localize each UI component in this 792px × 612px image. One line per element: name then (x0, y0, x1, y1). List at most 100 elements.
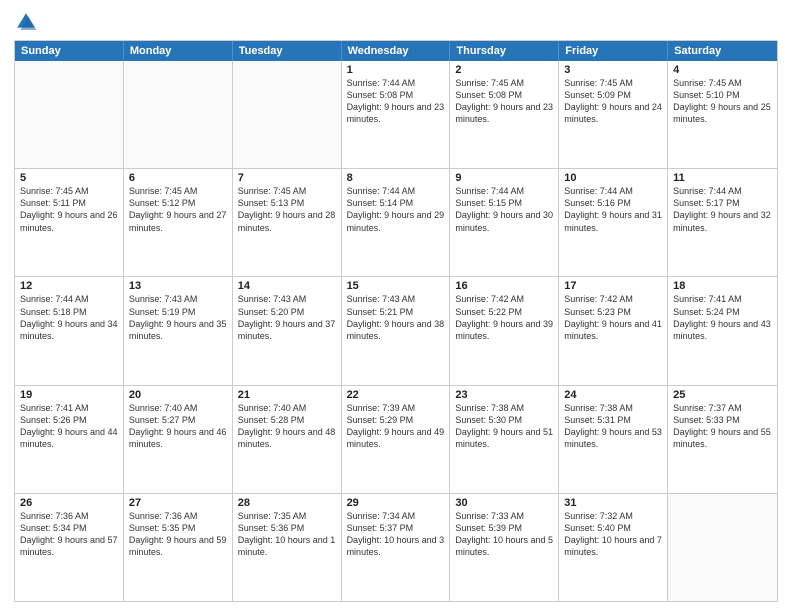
cell-info: Sunrise: 7:45 AMSunset: 5:12 PMDaylight:… (129, 185, 227, 234)
calendar-row: 19Sunrise: 7:41 AMSunset: 5:26 PMDayligh… (15, 385, 777, 493)
calendar-cell: 28Sunrise: 7:35 AMSunset: 5:36 PMDayligh… (233, 494, 342, 601)
day-number: 26 (20, 497, 118, 509)
cell-info: Sunrise: 7:44 AMSunset: 5:15 PMDaylight:… (455, 185, 553, 234)
day-number: 28 (238, 497, 336, 509)
calendar-cell: 5Sunrise: 7:45 AMSunset: 5:11 PMDaylight… (15, 169, 124, 276)
day-number: 19 (20, 389, 118, 401)
cell-info: Sunrise: 7:43 AMSunset: 5:19 PMDaylight:… (129, 293, 227, 342)
calendar-cell: 21Sunrise: 7:40 AMSunset: 5:28 PMDayligh… (233, 386, 342, 493)
day-number: 21 (238, 389, 336, 401)
day-number: 8 (347, 172, 445, 184)
calendar-cell: 6Sunrise: 7:45 AMSunset: 5:12 PMDaylight… (124, 169, 233, 276)
calendar-cell: 9Sunrise: 7:44 AMSunset: 5:15 PMDaylight… (450, 169, 559, 276)
calendar-cell (15, 61, 124, 168)
day-number: 27 (129, 497, 227, 509)
calendar-cell: 4Sunrise: 7:45 AMSunset: 5:10 PMDaylight… (668, 61, 777, 168)
cell-info: Sunrise: 7:40 AMSunset: 5:28 PMDaylight:… (238, 402, 336, 451)
day-number: 17 (564, 280, 662, 292)
day-number: 10 (564, 172, 662, 184)
calendar-cell: 23Sunrise: 7:38 AMSunset: 5:30 PMDayligh… (450, 386, 559, 493)
calendar-cell: 24Sunrise: 7:38 AMSunset: 5:31 PMDayligh… (559, 386, 668, 493)
header (14, 10, 778, 34)
cell-info: Sunrise: 7:38 AMSunset: 5:30 PMDaylight:… (455, 402, 553, 451)
day-number: 30 (455, 497, 553, 509)
day-header-saturday: Saturday (668, 41, 777, 61)
page: SundayMondayTuesdayWednesdayThursdayFrid… (0, 0, 792, 612)
calendar-cell: 2Sunrise: 7:45 AMSunset: 5:08 PMDaylight… (450, 61, 559, 168)
day-number: 25 (673, 389, 772, 401)
cell-info: Sunrise: 7:44 AMSunset: 5:16 PMDaylight:… (564, 185, 662, 234)
day-number: 23 (455, 389, 553, 401)
day-number: 18 (673, 280, 772, 292)
calendar-cell: 18Sunrise: 7:41 AMSunset: 5:24 PMDayligh… (668, 277, 777, 384)
day-number: 9 (455, 172, 553, 184)
calendar: SundayMondayTuesdayWednesdayThursdayFrid… (14, 40, 778, 602)
cell-info: Sunrise: 7:42 AMSunset: 5:22 PMDaylight:… (455, 293, 553, 342)
calendar-cell: 8Sunrise: 7:44 AMSunset: 5:14 PMDaylight… (342, 169, 451, 276)
cell-info: Sunrise: 7:45 AMSunset: 5:08 PMDaylight:… (455, 77, 553, 126)
calendar-cell (233, 61, 342, 168)
day-number: 22 (347, 389, 445, 401)
day-number: 3 (564, 64, 662, 76)
cell-info: Sunrise: 7:34 AMSunset: 5:37 PMDaylight:… (347, 510, 445, 559)
day-header-tuesday: Tuesday (233, 41, 342, 61)
calendar-cell: 16Sunrise: 7:42 AMSunset: 5:22 PMDayligh… (450, 277, 559, 384)
cell-info: Sunrise: 7:39 AMSunset: 5:29 PMDaylight:… (347, 402, 445, 451)
cell-info: Sunrise: 7:45 AMSunset: 5:10 PMDaylight:… (673, 77, 772, 126)
day-number: 24 (564, 389, 662, 401)
cell-info: Sunrise: 7:37 AMSunset: 5:33 PMDaylight:… (673, 402, 772, 451)
calendar-row: 12Sunrise: 7:44 AMSunset: 5:18 PMDayligh… (15, 276, 777, 384)
cell-info: Sunrise: 7:43 AMSunset: 5:20 PMDaylight:… (238, 293, 336, 342)
cell-info: Sunrise: 7:32 AMSunset: 5:40 PMDaylight:… (564, 510, 662, 559)
cell-info: Sunrise: 7:41 AMSunset: 5:24 PMDaylight:… (673, 293, 772, 342)
cell-info: Sunrise: 7:40 AMSunset: 5:27 PMDaylight:… (129, 402, 227, 451)
cell-info: Sunrise: 7:44 AMSunset: 5:08 PMDaylight:… (347, 77, 445, 126)
calendar-cell: 25Sunrise: 7:37 AMSunset: 5:33 PMDayligh… (668, 386, 777, 493)
day-number: 11 (673, 172, 772, 184)
day-number: 14 (238, 280, 336, 292)
cell-info: Sunrise: 7:35 AMSunset: 5:36 PMDaylight:… (238, 510, 336, 559)
calendar-cell: 15Sunrise: 7:43 AMSunset: 5:21 PMDayligh… (342, 277, 451, 384)
day-number: 6 (129, 172, 227, 184)
cell-info: Sunrise: 7:44 AMSunset: 5:14 PMDaylight:… (347, 185, 445, 234)
cell-info: Sunrise: 7:42 AMSunset: 5:23 PMDaylight:… (564, 293, 662, 342)
calendar-cell: 11Sunrise: 7:44 AMSunset: 5:17 PMDayligh… (668, 169, 777, 276)
day-number: 4 (673, 64, 772, 76)
day-number: 7 (238, 172, 336, 184)
day-header-thursday: Thursday (450, 41, 559, 61)
cell-info: Sunrise: 7:38 AMSunset: 5:31 PMDaylight:… (564, 402, 662, 451)
day-header-wednesday: Wednesday (342, 41, 451, 61)
calendar-cell (124, 61, 233, 168)
calendar-row: 26Sunrise: 7:36 AMSunset: 5:34 PMDayligh… (15, 493, 777, 601)
day-number: 12 (20, 280, 118, 292)
cell-info: Sunrise: 7:36 AMSunset: 5:35 PMDaylight:… (129, 510, 227, 559)
calendar-cell: 7Sunrise: 7:45 AMSunset: 5:13 PMDaylight… (233, 169, 342, 276)
calendar-cell: 31Sunrise: 7:32 AMSunset: 5:40 PMDayligh… (559, 494, 668, 601)
cell-info: Sunrise: 7:36 AMSunset: 5:34 PMDaylight:… (20, 510, 118, 559)
calendar-cell: 10Sunrise: 7:44 AMSunset: 5:16 PMDayligh… (559, 169, 668, 276)
day-number: 29 (347, 497, 445, 509)
day-number: 1 (347, 64, 445, 76)
cell-info: Sunrise: 7:44 AMSunset: 5:17 PMDaylight:… (673, 185, 772, 234)
day-header-sunday: Sunday (15, 41, 124, 61)
cell-info: Sunrise: 7:45 AMSunset: 5:11 PMDaylight:… (20, 185, 118, 234)
logo (14, 10, 42, 34)
calendar-cell: 22Sunrise: 7:39 AMSunset: 5:29 PMDayligh… (342, 386, 451, 493)
calendar-cell (668, 494, 777, 601)
day-number: 31 (564, 497, 662, 509)
day-number: 20 (129, 389, 227, 401)
calendar-cell: 29Sunrise: 7:34 AMSunset: 5:37 PMDayligh… (342, 494, 451, 601)
calendar-row: 5Sunrise: 7:45 AMSunset: 5:11 PMDaylight… (15, 168, 777, 276)
day-number: 16 (455, 280, 553, 292)
day-number: 15 (347, 280, 445, 292)
cell-info: Sunrise: 7:33 AMSunset: 5:39 PMDaylight:… (455, 510, 553, 559)
day-number: 2 (455, 64, 553, 76)
cell-info: Sunrise: 7:41 AMSunset: 5:26 PMDaylight:… (20, 402, 118, 451)
calendar-cell: 1Sunrise: 7:44 AMSunset: 5:08 PMDaylight… (342, 61, 451, 168)
calendar-cell: 14Sunrise: 7:43 AMSunset: 5:20 PMDayligh… (233, 277, 342, 384)
day-number: 5 (20, 172, 118, 184)
calendar-cell: 19Sunrise: 7:41 AMSunset: 5:26 PMDayligh… (15, 386, 124, 493)
calendar-cell: 20Sunrise: 7:40 AMSunset: 5:27 PMDayligh… (124, 386, 233, 493)
calendar-cell: 30Sunrise: 7:33 AMSunset: 5:39 PMDayligh… (450, 494, 559, 601)
logo-icon (14, 10, 38, 34)
